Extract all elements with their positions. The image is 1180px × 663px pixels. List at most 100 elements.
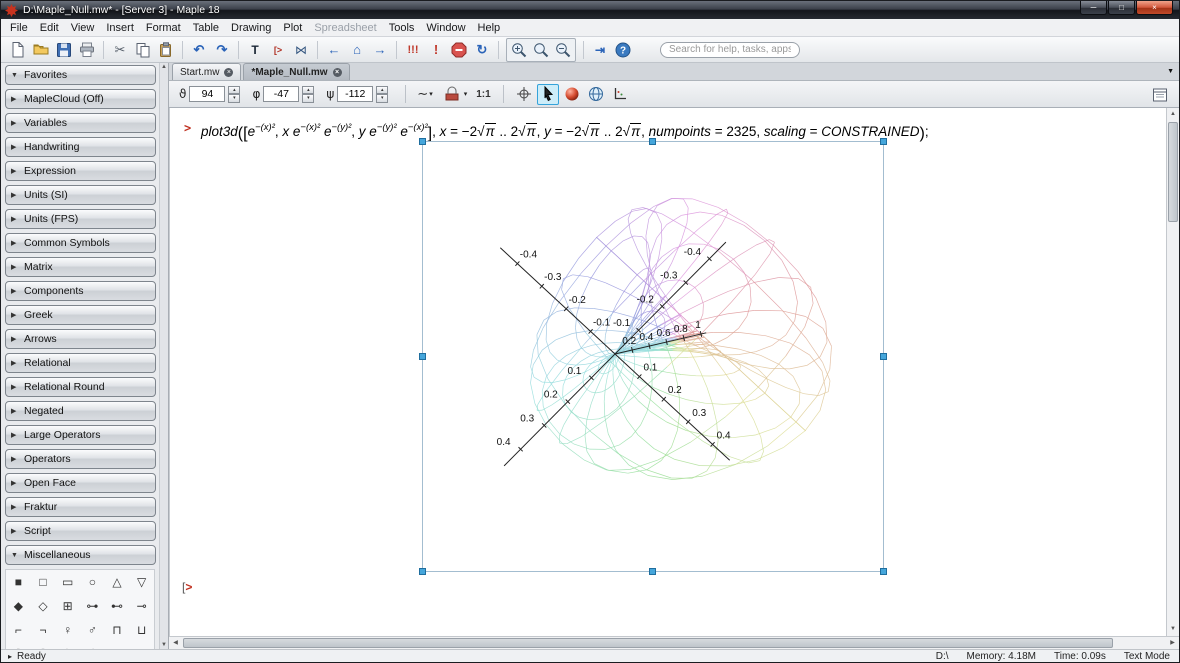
misc-symbol[interactable]: ¬ (31, 618, 56, 642)
misc-symbol[interactable]: ⊷ (105, 594, 130, 618)
pointer-select-icon[interactable] (537, 84, 559, 105)
misc-symbol[interactable]: ♂ (80, 618, 105, 642)
menu-spreadsheet[interactable]: Spreadsheet (308, 20, 382, 36)
palette-matrix[interactable]: ▶Matrix (5, 257, 156, 277)
scroll-right-icon[interactable]: ▶ (1166, 637, 1179, 649)
palette-large-operators[interactable]: ▶Large Operators (5, 425, 156, 445)
misc-symbol[interactable]: ◆ (6, 594, 31, 618)
psi-down-button[interactable]: ▾ (376, 94, 388, 103)
scroll-down-icon[interactable]: ▼ (161, 642, 167, 648)
tab-overflow-icon[interactable]: ▼ (1167, 68, 1174, 75)
probe-icon[interactable] (513, 84, 535, 105)
palette-script[interactable]: ▶Script (5, 521, 156, 541)
palette-greek[interactable]: ▶Greek (5, 305, 156, 325)
misc-symbol[interactable]: ⌋ (80, 642, 105, 649)
pan-icon[interactable] (585, 84, 607, 105)
misc-symbol[interactable]: ¶ (129, 642, 154, 649)
open-file-icon[interactable] (30, 39, 52, 61)
misc-symbol[interactable]: ⌊ (55, 642, 80, 649)
selection-handle[interactable] (880, 568, 887, 575)
phi-down-button[interactable]: ▾ (302, 94, 314, 103)
misc-symbol[interactable]: ⌈ (6, 642, 31, 649)
misc-symbol[interactable]: ⊶ (80, 594, 105, 618)
selection-handle[interactable] (880, 138, 887, 145)
phi-up-button[interactable]: ▴ (302, 86, 314, 95)
tab-start-mw[interactable]: Start.mw× (172, 63, 241, 80)
close-button[interactable]: × (1136, 1, 1173, 15)
worksheet[interactable]: > plot3d([e−(x)², x e−(x)² e−(y)², y e−(… (169, 108, 1166, 636)
phi-input[interactable] (263, 86, 299, 102)
insert-text-icon[interactable]: T (244, 39, 266, 61)
restart-icon[interactable]: ↻ (471, 39, 493, 61)
scrollbar-thumb[interactable] (183, 638, 1113, 648)
insert-section-icon[interactable]: ⋈ (290, 39, 312, 61)
palette-units-si-[interactable]: ▶Units (SI) (5, 185, 156, 205)
tab-key-icon[interactable]: ⇥ (589, 39, 611, 61)
tab-close-icon[interactable]: × (224, 68, 233, 77)
minimize-button[interactable]: ─ (1080, 1, 1107, 15)
psi-input[interactable] (337, 86, 373, 102)
menu-insert[interactable]: Insert (100, 20, 140, 36)
menu-table[interactable]: Table (187, 20, 225, 36)
misc-symbol[interactable]: ♀ (55, 618, 80, 642)
misc-symbol[interactable]: ◇ (31, 594, 56, 618)
tab-close-icon[interactable]: × (333, 68, 342, 77)
selection-handle[interactable] (419, 353, 426, 360)
scroll-left-icon[interactable]: ◀ (169, 637, 182, 649)
status-mode[interactable]: Text Mode (1124, 651, 1170, 662)
copy-icon[interactable] (132, 39, 154, 61)
math-expression[interactable]: plot3d([e−(x)², x e−(x)² e−(y)², y e−(y)… (201, 118, 929, 143)
palette-operators[interactable]: ▶Operators (5, 449, 156, 469)
misc-symbol[interactable]: ⊓ (105, 618, 130, 642)
home-icon[interactable]: ⌂ (346, 39, 368, 61)
zoom-out-icon[interactable] (552, 39, 574, 61)
palette-maplecloud-off-[interactable]: ▶MapleCloud (Off) (5, 89, 156, 109)
menu-plot[interactable]: Plot (277, 20, 308, 36)
panel-toggle-button[interactable] (1149, 84, 1171, 105)
zoom-100-icon[interactable] (530, 39, 552, 61)
misc-symbol[interactable]: □ (31, 570, 56, 594)
palette-variables[interactable]: ▶Variables (5, 113, 156, 133)
menu-view[interactable]: View (65, 20, 101, 36)
help-contents-icon[interactable]: ? (612, 39, 634, 61)
zoom-in-icon[interactable] (508, 39, 530, 61)
palette-open-face[interactable]: ▶Open Face (5, 473, 156, 493)
scroll-down-icon[interactable]: ▼ (1167, 623, 1179, 636)
forward-icon[interactable]: → (369, 39, 391, 61)
scroll-up-icon[interactable]: ▲ (1167, 108, 1179, 121)
menu-window[interactable]: Window (420, 20, 471, 36)
palette-favorites[interactable]: ▼Favorites (5, 65, 156, 85)
palette-relational-round[interactable]: ▶Relational Round (5, 377, 156, 397)
theta-down-button[interactable]: ▾ (228, 94, 240, 103)
misc-symbol[interactable]: ▭ (55, 570, 80, 594)
cut-icon[interactable]: ✂ (109, 39, 131, 61)
search-input[interactable] (660, 42, 800, 58)
paste-icon[interactable] (155, 39, 177, 61)
misc-symbol[interactable]: ■ (6, 570, 31, 594)
misc-symbol[interactable]: ▽ (129, 570, 154, 594)
redo-icon[interactable]: ↷ (211, 39, 233, 61)
save-icon[interactable] (53, 39, 75, 61)
undo-icon[interactable]: ↶ (188, 39, 210, 61)
back-icon[interactable]: ← (323, 39, 345, 61)
scale-1-1-button[interactable]: 1:1 (473, 87, 493, 102)
selection-handle[interactable] (649, 138, 656, 145)
menu-help[interactable]: Help (472, 20, 507, 36)
misc-symbol[interactable]: ⊞ (55, 594, 80, 618)
misc-symbol[interactable]: ⌐ (6, 618, 31, 642)
new-document-icon[interactable] (7, 39, 29, 61)
misc-symbol[interactable]: ⌉ (31, 642, 56, 649)
color-style-dropdown[interactable]: ▾ (439, 84, 470, 105)
horizontal-scrollbar[interactable]: ◀ ▶ (169, 636, 1179, 649)
line-style-dropdown[interactable]: ∼ ▾ (415, 86, 434, 102)
stop-icon[interactable] (448, 39, 470, 61)
menu-drawing[interactable]: Drawing (225, 20, 277, 36)
theta-input[interactable] (189, 86, 225, 102)
tab--maple-null-mw[interactable]: *Maple_Null.mw× (243, 63, 349, 80)
execute-all-icon[interactable]: !!! (402, 39, 424, 61)
print-icon[interactable] (76, 39, 98, 61)
execute-statement-icon[interactable]: ! (425, 39, 447, 61)
selection-handle[interactable] (419, 138, 426, 145)
plot-3d[interactable]: -0.4-0.3-0.2-0.10.10.20.30.4-0.4-0.3-0.2… (423, 142, 885, 573)
palette-common-symbols[interactable]: ▶Common Symbols (5, 233, 156, 253)
